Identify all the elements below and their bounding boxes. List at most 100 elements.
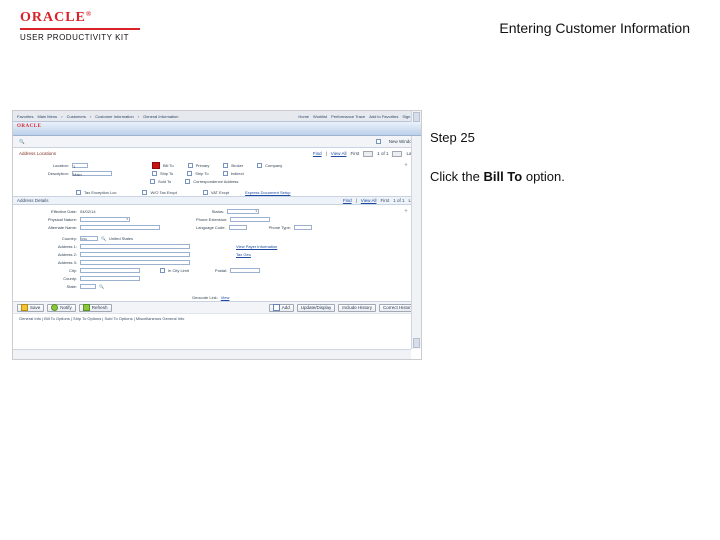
- geocode-link[interactable]: View: [221, 295, 230, 300]
- alt-label: Alternate Name:: [19, 225, 77, 230]
- add-button[interactable]: Add: [269, 304, 294, 312]
- addr-find-link[interactable]: Find: [343, 198, 352, 203]
- viewall-link[interactable]: View All: [331, 151, 347, 156]
- wbtax-label: W/O Tax Excpt: [150, 190, 176, 195]
- ship-label: Ship To: [195, 171, 208, 176]
- taxloc-label: Tax Exception Loc: [84, 190, 116, 195]
- bottom-links[interactable]: General Info | Bill To Options | Ship To…: [19, 316, 184, 323]
- company-checkbox[interactable]: [257, 163, 262, 168]
- effdate-value: 04/02/14: [80, 209, 96, 214]
- addr1-field[interactable]: [80, 244, 190, 249]
- correspond-checkbox[interactable]: [185, 179, 190, 184]
- add-row-icon[interactable]: ＋: [404, 162, 408, 168]
- company-label: Company: [265, 163, 282, 168]
- status-dropdown[interactable]: [227, 209, 259, 214]
- instr-prefix: Click the: [430, 169, 483, 184]
- wbtax-checkbox[interactable]: [142, 190, 147, 195]
- crumb-customers[interactable]: Customers: [67, 114, 86, 119]
- oracle-logo-block: ORACLE® USER PRODUCTIVITY KIT: [20, 10, 140, 42]
- notify-button[interactable]: Notify: [47, 304, 76, 312]
- vat-checkbox[interactable]: [203, 190, 208, 195]
- description-label: Description:: [19, 171, 69, 176]
- search-icon[interactable]: 🔍: [19, 139, 25, 145]
- taxinfo-link[interactable]: View Payer Information: [236, 244, 277, 249]
- instr-bold: Bill To: [483, 169, 522, 184]
- vat-label: VAT Excpt: [211, 190, 229, 195]
- country-label: Country:: [19, 236, 77, 241]
- status-label: Status:: [212, 209, 224, 214]
- address-details-title: Address Details: [17, 198, 49, 203]
- toolbar: 🔍 New Window: [13, 136, 421, 148]
- update-button[interactable]: Update/Display: [297, 304, 336, 312]
- horizontal-scrollbar[interactable]: [13, 349, 411, 359]
- addr-first[interactable]: First: [380, 198, 389, 203]
- crumb-customer-info[interactable]: Customer Information: [95, 114, 133, 119]
- phone-ext-label: Phone Extension:: [196, 217, 227, 222]
- location-field[interactable]: 1: [72, 163, 88, 168]
- physical-dropdown[interactable]: [80, 217, 130, 222]
- addr2-label: Address 2:: [19, 252, 77, 257]
- city-field[interactable]: [80, 268, 140, 273]
- address-locations-row: Address Locations Find | View All First …: [13, 148, 421, 159]
- addr-viewall-link[interactable]: View All: [361, 198, 377, 203]
- find-link[interactable]: Find: [313, 151, 322, 156]
- broker-label: Broker: [231, 163, 243, 168]
- inlimit-checkbox[interactable]: [160, 268, 165, 273]
- nav-worklist[interactable]: Worklist: [313, 114, 327, 119]
- soldto-checkbox[interactable]: [150, 179, 155, 184]
- nav-perf[interactable]: Performance Trace: [331, 114, 365, 119]
- primary-checkbox[interactable]: [188, 163, 193, 168]
- nav-addfav[interactable]: Add to Favorites: [369, 114, 398, 119]
- taxloc-checkbox[interactable]: [76, 190, 81, 195]
- addr-add-row-icon[interactable]: ＋: [404, 208, 408, 214]
- phone-ext-field[interactable]: [230, 217, 270, 222]
- addr2-field[interactable]: [80, 252, 190, 257]
- crumb-main-menu[interactable]: Main Menu: [37, 114, 57, 119]
- billto-highlight[interactable]: [152, 162, 160, 169]
- first-label[interactable]: First: [350, 151, 359, 156]
- lang-field[interactable]: [229, 225, 247, 230]
- alt-field[interactable]: [80, 225, 160, 230]
- phonetype-label: Phone Type:: [269, 225, 291, 230]
- country-name: United States: [109, 236, 133, 241]
- address-locations-label: Address Locations: [19, 151, 56, 156]
- instruction-text: Click the Bill To option.: [430, 169, 690, 184]
- vertical-scrollbar[interactable]: [411, 111, 421, 349]
- save-button[interactable]: Save: [17, 304, 44, 312]
- indirect-checkbox[interactable]: [223, 171, 228, 176]
- ship-checkbox[interactable]: [187, 171, 192, 176]
- newwin-checkbox[interactable]: [376, 139, 381, 144]
- crumb-favorites[interactable]: Favorites: [17, 114, 33, 119]
- nav-home[interactable]: Home: [298, 114, 309, 119]
- next-button[interactable]: [392, 151, 402, 157]
- brand-bar: ORACLE: [13, 122, 421, 136]
- state-label: State:: [19, 284, 77, 289]
- address-form: Effective Date: 04/02/14 Status: ＋ － Phy…: [13, 205, 421, 301]
- oracle-logo: ORACLE®: [20, 10, 140, 26]
- refresh-button[interactable]: Refresh: [79, 304, 112, 312]
- prev-button[interactable]: [363, 151, 373, 157]
- location-label: Location:: [19, 163, 69, 168]
- phonetype-field[interactable]: [294, 225, 312, 230]
- addr3-field[interactable]: [80, 260, 190, 265]
- instruction-panel: Step 25 Click the Bill To option.: [430, 130, 690, 184]
- soldto-label: Sold To: [158, 179, 171, 184]
- indirect-label: Indirect: [231, 171, 244, 176]
- taxgeo-link[interactable]: Tax Geo: [236, 252, 251, 257]
- inner-oracle-logo: ORACLE: [17, 124, 41, 129]
- geocode-label: Geocode Link:: [192, 295, 218, 300]
- state-lookup-icon[interactable]: 🔍: [99, 284, 104, 289]
- country-lookup-icon[interactable]: 🔍: [101, 236, 106, 241]
- country-field[interactable]: USA: [80, 236, 98, 241]
- shipto-checkbox[interactable]: [152, 171, 157, 176]
- postal-field[interactable]: [230, 268, 260, 273]
- description-field[interactable]: Main: [72, 171, 112, 176]
- state-field[interactable]: [80, 284, 96, 289]
- express-link[interactable]: Express Document Setup: [245, 190, 290, 195]
- primary-label: Primary: [196, 163, 210, 168]
- postal-label: Postal:: [215, 268, 227, 273]
- broker-checkbox[interactable]: [223, 163, 228, 168]
- county-field[interactable]: [80, 276, 140, 281]
- include-history-button[interactable]: Include History: [338, 304, 376, 312]
- crumb-general-info[interactable]: General Information: [143, 114, 178, 119]
